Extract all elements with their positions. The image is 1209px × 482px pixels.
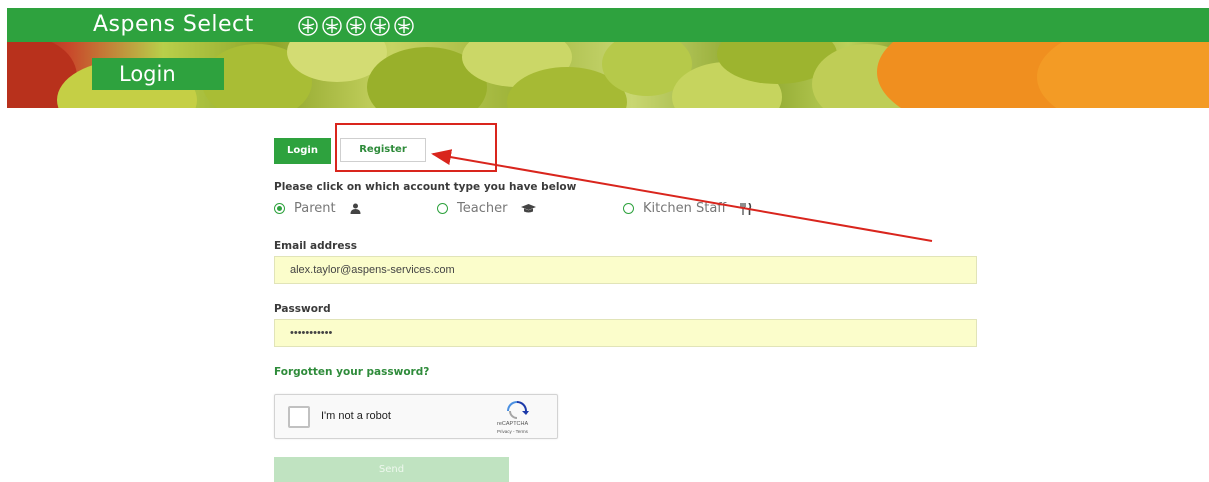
parent-radio[interactable] xyxy=(274,203,285,214)
recaptcha-brand: reCAPTCHA xyxy=(497,421,529,427)
account-type-kitchen-staff[interactable]: Kitchen Staff xyxy=(623,201,752,216)
account-type-teacher[interactable]: Teacher xyxy=(437,201,537,216)
recaptcha-label: I'm not a robot xyxy=(321,410,391,422)
email-field[interactable]: alex.taylor@aspens-services.com xyxy=(274,256,977,284)
recaptcha-logo-icon xyxy=(507,401,529,419)
user-icon xyxy=(350,203,361,214)
parent-label: Parent xyxy=(294,201,336,216)
tab-login[interactable]: Login xyxy=(274,138,331,164)
annotation-highlight-box xyxy=(335,123,497,172)
brand-title: Aspens Select xyxy=(93,12,254,37)
recaptcha-checkbox[interactable] xyxy=(288,406,310,428)
header-bar: Aspens Select xyxy=(7,8,1209,42)
account-type-instruction: Please click on which account type you h… xyxy=(274,181,577,193)
page-title-login: Login xyxy=(92,58,224,90)
teacher-radio[interactable] xyxy=(437,203,448,214)
kitchen-staff-label: Kitchen Staff xyxy=(643,201,727,216)
recaptcha-privacy-terms[interactable]: Privacy - Terms xyxy=(497,429,528,434)
send-button[interactable]: Send xyxy=(274,457,509,482)
recaptcha-widget: I'm not a robot reCAPTCHA Privacy - Term… xyxy=(274,394,558,439)
password-label: Password xyxy=(274,303,331,315)
kitchen-staff-radio[interactable] xyxy=(623,203,634,214)
email-label: Email address xyxy=(274,240,357,252)
forgot-password-link[interactable]: Forgotten your password? xyxy=(274,366,429,378)
graduation-cap-icon xyxy=(521,203,537,214)
teacher-label: Teacher xyxy=(457,201,508,216)
password-field[interactable]: ••••••••••• xyxy=(274,319,977,347)
aspens-leaf-logo-icon xyxy=(297,15,415,37)
cutlery-icon xyxy=(740,202,752,215)
account-type-parent[interactable]: Parent xyxy=(274,201,361,216)
